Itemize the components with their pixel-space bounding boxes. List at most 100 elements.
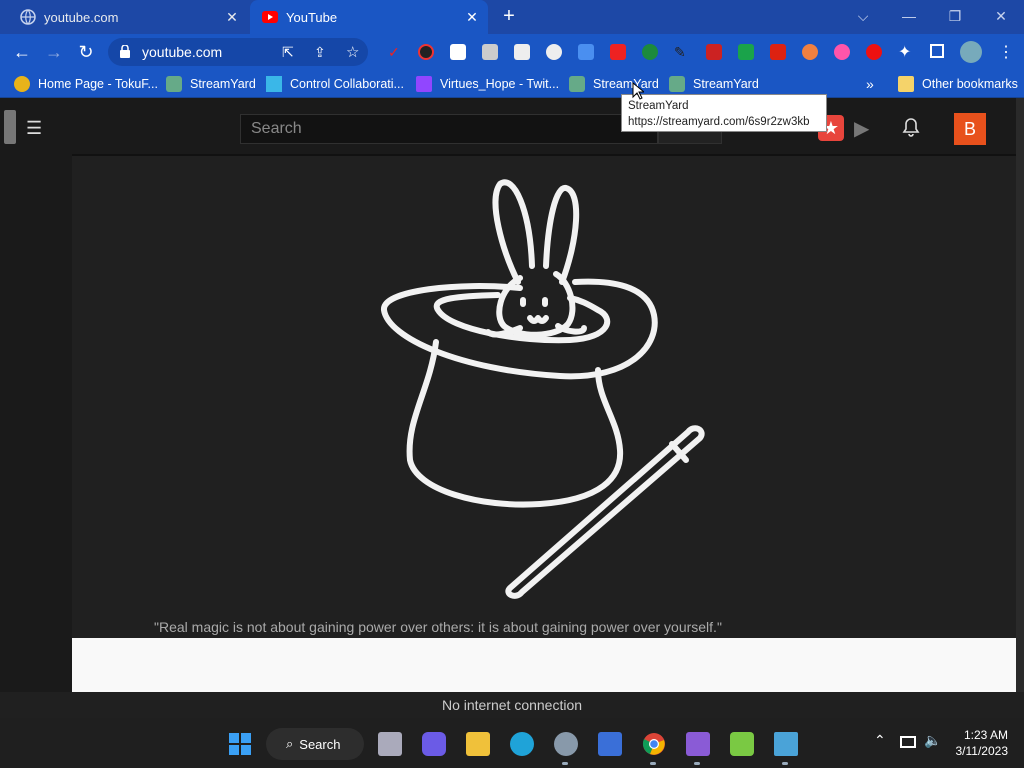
bookmark-other-bookmarks[interactable]: Other bookmarks: [898, 76, 1018, 92]
extension-orange-icon[interactable]: [802, 44, 818, 60]
game-app-icon[interactable]: [730, 732, 754, 756]
tab-youtube-com[interactable]: youtube.com ✕: [8, 0, 248, 34]
task-view-icon[interactable]: [378, 732, 402, 756]
remote-desktop-icon[interactable]: [774, 732, 798, 756]
bookmark-tooltip: StreamYard https://streamyard.com/6s9r2z…: [621, 94, 827, 132]
bookmark-streamyard-3[interactable]: StreamYard: [669, 76, 759, 92]
volume-icon[interactable]: 🔈: [924, 732, 941, 749]
folder-icon: [898, 76, 914, 92]
hamburger-menu-icon[interactable]: ☰: [26, 118, 42, 139]
new-tab-button[interactable]: +: [498, 6, 520, 28]
rabbit-in-hat-illustration: [381, 179, 705, 599]
bookmark-star-icon[interactable]: ☆: [346, 43, 359, 61]
lock-icon: [120, 44, 130, 63]
reload-icon[interactable]: ↻: [74, 40, 98, 64]
extension-download-icon[interactable]: [546, 44, 562, 60]
close-window-button[interactable]: ✕: [986, 5, 1016, 27]
extension-pink-icon[interactable]: [834, 44, 850, 60]
tab-title: YouTube: [286, 9, 338, 25]
extensions-puzzle-icon[interactable]: ✦: [898, 42, 911, 62]
side-panel-icon[interactable]: [930, 44, 944, 58]
streamyard-icon: [669, 76, 685, 92]
back-icon[interactable]: ←: [10, 40, 34, 64]
extension-red-icon[interactable]: [610, 44, 626, 60]
share-icon[interactable]: ⇪: [314, 44, 326, 61]
minimize-button[interactable]: —: [894, 5, 924, 27]
windows-taskbar: ⌕ Search ⌃ 🔈 1:23 AM 3/11/2023: [0, 718, 1024, 768]
extension-box-icon[interactable]: [450, 44, 466, 60]
extension-red-badge-icon[interactable]: [770, 44, 786, 60]
extension-document-icon[interactable]: [482, 44, 498, 60]
no-connection-message: No internet connection: [0, 692, 1024, 718]
url-text: youtube.com: [142, 44, 223, 60]
edge-icon[interactable]: [510, 732, 534, 756]
notifications-bell-icon[interactable]: [902, 117, 920, 142]
running-indicator: [782, 762, 788, 765]
bookmark-streamyard-1[interactable]: StreamYard: [166, 76, 256, 92]
mouse-cursor-icon: [632, 82, 644, 100]
search-icon: ⌕: [286, 736, 294, 751]
bookmark-favicon-icon: [14, 76, 30, 92]
extension-heart-icon[interactable]: [866, 44, 882, 60]
youtube-icon: [262, 9, 278, 25]
extension-grammar-icon[interactable]: [514, 44, 530, 60]
teams-chat-icon[interactable]: [422, 732, 446, 756]
bookmark-virtues-hope[interactable]: Virtues_Hope - Twit...: [416, 76, 559, 92]
bookmark-control-collaboration[interactable]: Control Collaborati...: [266, 76, 404, 92]
visual-studio-icon[interactable]: [686, 732, 710, 756]
play-icon[interactable]: ▶: [854, 116, 869, 141]
chrome-icon[interactable]: [642, 732, 666, 756]
tab-strip: youtube.com ✕ YouTube ✕ + ⌵ — ❐ ✕: [0, 0, 1024, 34]
running-indicator: [650, 762, 656, 765]
streamyard-icon: [166, 76, 182, 92]
extension-record-icon[interactable]: [418, 44, 434, 60]
show-hidden-icons-chevron-icon[interactable]: ⌃: [874, 732, 886, 749]
network-icon[interactable]: [900, 736, 916, 748]
extension-dollar-icon[interactable]: [738, 44, 754, 60]
forward-icon[interactable]: →: [42, 40, 66, 64]
extension-red-square-icon[interactable]: [706, 44, 722, 60]
running-indicator: [562, 762, 568, 765]
taskbar-search-button[interactable]: ⌕ Search: [266, 728, 364, 760]
offline-banner-area: [72, 638, 1016, 692]
account-avatar[interactable]: B: [954, 113, 986, 145]
youtube-page: ☰ Search ★ ▶ B "Real magic is not about …: [0, 98, 1024, 692]
microsoft-store-icon[interactable]: [598, 732, 622, 756]
profile-avatar-icon[interactable]: [960, 41, 982, 63]
monitor-icon: [266, 76, 282, 92]
open-in-app-icon[interactable]: ⇱: [282, 44, 294, 61]
close-tab-icon[interactable]: ✕: [222, 9, 242, 26]
tab-youtube[interactable]: YouTube ✕: [250, 0, 488, 34]
clock-time[interactable]: 1:23 AM: [964, 728, 1008, 742]
running-indicator: [694, 762, 700, 765]
menu-kebab-icon[interactable]: ⋮: [998, 42, 1014, 62]
scrollbar[interactable]: [1016, 98, 1024, 692]
extension-pen-icon[interactable]: ✎: [674, 44, 690, 60]
tab-search-icon[interactable]: ⌵: [848, 5, 878, 27]
bookmark-home-page[interactable]: Home Page - TokuF...: [14, 76, 158, 92]
tooltip-url: https://streamyard.com/6s9r2zw3kb: [628, 116, 810, 128]
streamyard-icon: [569, 76, 585, 92]
quote-text: "Real magic is not about gaining power o…: [154, 619, 722, 635]
tooltip-title: StreamYard: [628, 100, 689, 112]
extension-green-circle-icon[interactable]: [642, 44, 658, 60]
settings-gear-icon[interactable]: [554, 732, 578, 756]
twitch-icon: [416, 76, 432, 92]
windows-start-icon[interactable]: [228, 732, 252, 756]
file-explorer-icon[interactable]: [466, 732, 490, 756]
side-handle-icon: [4, 110, 16, 144]
extension-blue-icon[interactable]: [578, 44, 594, 60]
bookmarks-bar: Home Page - TokuF... StreamYard Control …: [0, 70, 1024, 98]
youtube-search-input[interactable]: Search: [240, 114, 658, 144]
youtube-left-rail: ☰: [0, 98, 72, 692]
globe-icon: [20, 9, 36, 25]
more-bookmarks-chevron-icon[interactable]: »: [866, 76, 874, 92]
address-bar[interactable]: youtube.com: [108, 38, 368, 66]
browser-toolbar: ← → ↻ youtube.com ⇱ ⇪ ☆ ✓ ✎ ✦ ⋮: [0, 34, 1024, 70]
tab-title: youtube.com: [44, 9, 119, 25]
bookmark-streamyard-2[interactable]: StreamYard: [569, 76, 659, 92]
extension-checkmark-icon[interactable]: ✓: [388, 44, 404, 60]
clock-date[interactable]: 3/11/2023: [956, 744, 1009, 758]
restore-button[interactable]: ❐: [940, 5, 970, 27]
close-tab-icon[interactable]: ✕: [462, 9, 482, 26]
